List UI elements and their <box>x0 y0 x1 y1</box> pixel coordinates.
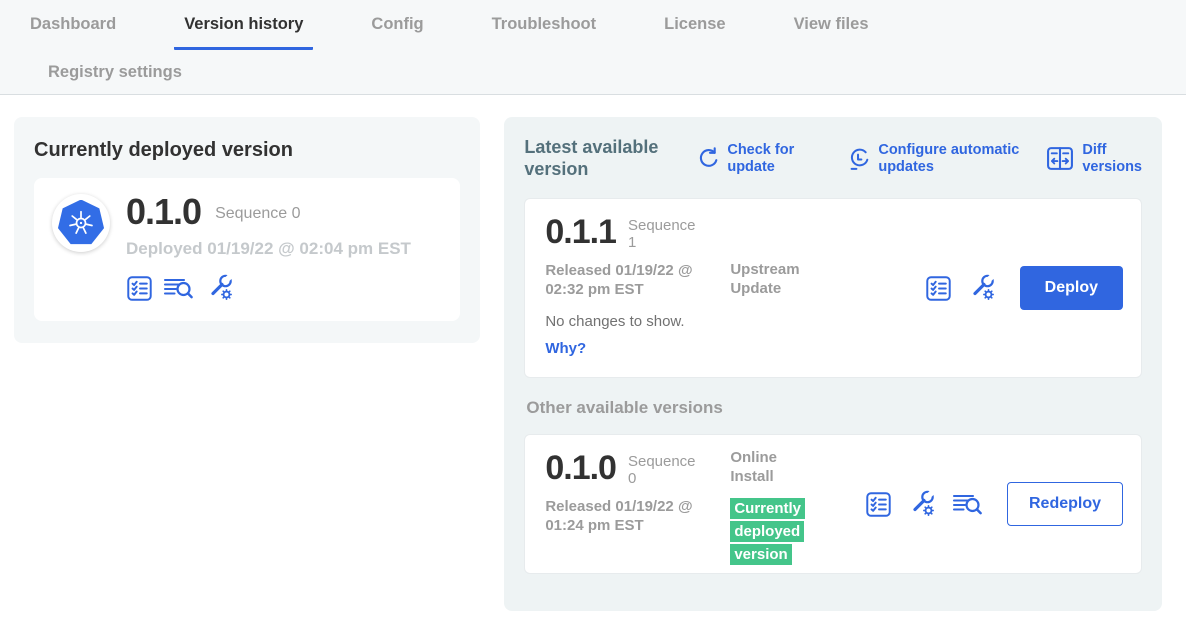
tab-version-history[interactable]: Version history <box>174 15 313 50</box>
other-version-number: 0.1.0 <box>545 451 616 488</box>
online-install-label: Online Install <box>730 449 815 487</box>
nav-row-2: Registry settings <box>0 50 1186 94</box>
check-for-update-label: Check for update <box>727 142 807 175</box>
latest-version-number: 0.1.1 <box>545 215 616 252</box>
diff-icon <box>1046 146 1074 171</box>
tab-config[interactable]: Config <box>361 15 433 50</box>
tab-view-files[interactable]: View files <box>784 15 879 50</box>
other-version-controls: Redeploy <box>865 482 1123 526</box>
configure-automatic-updates-link[interactable]: Configure automatic updates <box>847 142 1046 175</box>
other-version-info: 0.1.0 Sequence 0 Released 01/19/22 @ 01:… <box>545 451 745 536</box>
currently-deployed-section: Currently deployed version <box>14 117 480 343</box>
tab-registry-settings[interactable]: Registry settings <box>38 63 192 82</box>
panel-header: Latest available version Check for updat… <box>524 137 1142 180</box>
latest-available-section: Latest available version Check for updat… <box>504 117 1162 611</box>
other-version-source: Online Install Currently deployed versio… <box>730 449 830 566</box>
deployed-version-info: 0.1.0 Sequence 0 Deployed 01/19/22 @ 02:… <box>126 194 411 303</box>
currently-deployed-badge-wrap: Currently deployed version <box>730 497 810 567</box>
latest-version-info: 0.1.1 Sequence 1 Released 01/19/22 @ 02:… <box>545 215 745 357</box>
latest-released-timestamp: Released 01/19/22 @ 02:32 pm EST <box>545 261 720 300</box>
upstream-update-label: Upstream Update <box>730 261 815 299</box>
top-navigation: Dashboard Version history Config Trouble… <box>0 0 1186 95</box>
deployed-timestamp: Deployed 01/19/22 @ 02:04 pm EST <box>126 239 411 259</box>
tab-license[interactable]: License <box>654 15 735 50</box>
other-versions-title: Other available versions <box>526 398 1142 418</box>
redeploy-button[interactable]: Redeploy <box>1007 482 1123 526</box>
latest-version-controls: Deploy <box>925 266 1123 310</box>
main-content: Currently deployed version <box>0 95 1186 611</box>
scheduled-update-icon <box>847 147 870 171</box>
refresh-icon <box>696 147 719 171</box>
deployed-actions <box>126 273 411 303</box>
configure-automatic-updates-label: Configure automatic updates <box>878 142 1046 175</box>
version-history-page: Dashboard Version history Config Trouble… <box>0 0 1186 640</box>
nav-row-1: Dashboard Version history Config Trouble… <box>0 15 1186 50</box>
latest-available-title: Latest available version <box>524 137 666 180</box>
latest-sequence-label: Sequence 1 <box>628 215 700 252</box>
deployed-version-number: 0.1.0 <box>126 194 201 230</box>
currently-deployed-badge: Currently deployed version <box>730 498 805 565</box>
why-link[interactable]: Why? <box>545 340 745 357</box>
currently-deployed-card: 0.1.0 Sequence 0 Deployed 01/19/22 @ 02:… <box>34 178 460 321</box>
diff-versions-link[interactable]: Diff versions <box>1046 142 1142 175</box>
other-version-card: 0.1.0 Sequence 0 Released 01/19/22 @ 01:… <box>524 434 1142 574</box>
edit-config-icon[interactable] <box>967 273 997 303</box>
version-line: 0.1.0 Sequence 0 <box>126 194 411 230</box>
version-line: 0.1.1 Sequence 1 <box>545 215 745 252</box>
version-line: 0.1.0 Sequence 0 <box>545 451 745 488</box>
currently-deployed-title: Currently deployed version <box>34 139 460 162</box>
preflight-checklist-icon[interactable] <box>865 491 892 518</box>
other-sequence-label: Sequence 0 <box>628 451 700 488</box>
diff-versions-label: Diff versions <box>1082 142 1142 175</box>
edit-config-icon[interactable] <box>205 273 235 303</box>
no-changes-text: No changes to show. <box>545 313 745 330</box>
tab-dashboard[interactable]: Dashboard <box>20 15 126 50</box>
tab-troubleshoot[interactable]: Troubleshoot <box>482 15 607 50</box>
deployed-sequence-label: Sequence 0 <box>215 201 300 223</box>
edit-config-icon[interactable] <box>907 489 937 519</box>
other-released-timestamp: Released 01/19/22 @ 01:24 pm EST <box>545 497 720 536</box>
check-for-update-link[interactable]: Check for update <box>696 142 807 175</box>
deploy-button[interactable]: Deploy <box>1020 266 1123 310</box>
preflight-checklist-icon[interactable] <box>126 275 153 302</box>
latest-version-card: 0.1.1 Sequence 1 Released 01/19/22 @ 02:… <box>524 198 1142 378</box>
preflight-checklist-icon[interactable] <box>925 275 952 302</box>
latest-version-source: Upstream Update <box>730 261 830 299</box>
app-logo <box>52 194 110 252</box>
deploy-logs-icon[interactable] <box>163 275 195 301</box>
kubernetes-icon <box>58 200 105 247</box>
deploy-logs-icon[interactable] <box>952 491 984 517</box>
